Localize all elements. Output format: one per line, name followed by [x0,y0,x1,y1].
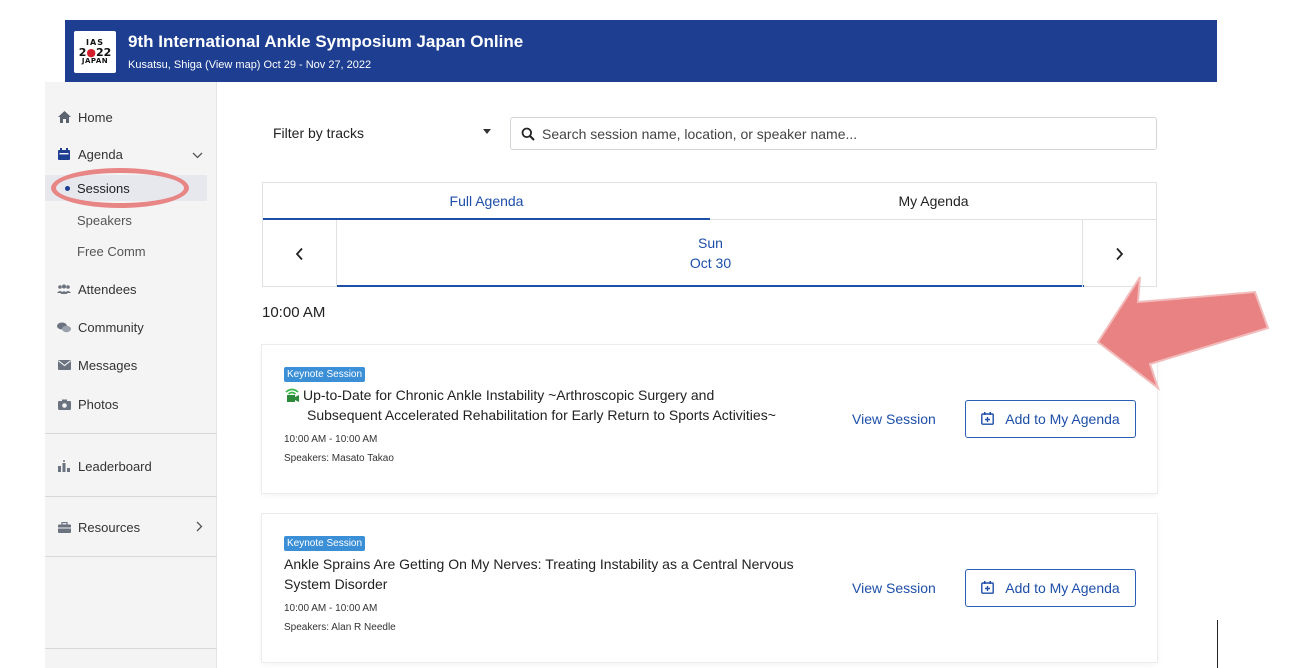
filter-by-tracks-select[interactable]: Filter by tracks [261,117,501,149]
session-title-line: Up-to-Date for Chronic Ankle Instability… [303,387,715,403]
logo-text-bottom: JAPAN [81,57,109,65]
sidebar-item-leaderboard[interactable]: Leaderboard [45,455,217,477]
annotation-highlight-oval [51,168,189,208]
sidebar-item-messages[interactable]: Messages [45,354,217,376]
sidebar-item-free-comm[interactable]: Free Comm [45,238,207,264]
sidebar-item-label: Community [78,319,144,335]
selected-day-date: Oct 30 [689,254,732,271]
sidebar-item-label: Leaderboard [78,458,152,474]
sidebar-item-attendees[interactable]: Attendees [45,278,217,300]
sidebar-item-label: Free Comm [77,243,146,259]
session-type-badge: Keynote Session [284,367,366,382]
selected-day[interactable]: Sun Oct 30 [337,220,1084,287]
sidebar-item-label: Speakers [77,212,132,228]
sidebar-item-agenda[interactable]: Agenda [45,143,217,165]
calendar-icon [57,147,71,161]
search-input[interactable] [542,125,1142,142]
calendar-plus-icon [981,412,995,426]
sidebar-item-speakers[interactable]: Speakers [45,207,207,233]
sidebar-item-label: Home [78,109,113,125]
sidebar-item-label: Photos [78,396,119,412]
briefcase-icon [57,520,71,534]
session-title-line: Subsequent Accelerated Rehabilitation fo… [307,407,776,423]
session-speakers: Speakers: Masato Takao [284,453,394,464]
add-to-my-agenda-button[interactable]: Add to My Agenda [965,569,1136,607]
sidebar-item-community[interactable]: Community [45,316,217,338]
view-session-link[interactable]: View Session [852,411,936,427]
session-type-badge: Keynote Session [284,536,366,551]
sidebar-item-label: Attendees [78,281,137,297]
sidebar-divider [45,496,217,497]
tab-my-agenda[interactable]: My Agenda [710,183,1157,220]
add-to-my-agenda-button[interactable]: Add to My Agenda [965,400,1136,438]
session-title: Up-to-Date for Chronic Ankle Instability… [284,385,844,425]
chevron-right-icon [1116,247,1124,260]
session-speakers: Speakers: Alan R Needle [284,622,396,633]
caret-down-icon [483,129,491,134]
search-box[interactable] [510,117,1157,150]
home-icon [57,110,71,124]
search-icon [521,127,535,141]
session-card: Keynote Session Up-to-Date for Chronic A… [262,345,1157,493]
sidebar-item-home[interactable]: Home [45,106,217,128]
chevron-right-icon [196,520,203,535]
event-title: 9th International Ankle Symposium Japan … [128,32,524,51]
agenda-tabs-panel: Full Agenda My Agenda Sun Oct 30 [262,182,1157,287]
session-time: 10:00 AM - 10:00 AM [284,434,378,445]
chevron-down-icon [192,147,203,162]
camera-icon [57,397,71,411]
live-stream-icon [284,387,300,402]
session-title-line: Ankle Sprains Are Getting On My Nerves: … [284,556,794,572]
event-location-dates[interactable]: Kusatsu, Shiga (View map) Oct 29 - Nov 2… [128,59,371,71]
chat-bubbles-icon [57,320,71,334]
calendar-plus-icon [981,581,995,595]
view-session-link[interactable]: View Session [852,580,936,596]
sidebar-divider [45,556,217,557]
leaderboard-icon [57,459,71,473]
sidebar-item-resources[interactable]: Resources [45,516,217,538]
users-icon [57,282,71,296]
sidebar-divider [45,648,217,649]
sidebar-divider [45,433,217,434]
selected-day-weekday: Sun [698,234,723,251]
event-logo[interactable]: IAS 2●22 JAPAN [74,31,116,73]
site-header: IAS 2●22 JAPAN 9th International Ankle S… [65,20,1217,82]
sidebar-item-label: Messages [78,357,138,373]
add-to-my-agenda-label: Add to My Agenda [1005,411,1120,427]
previous-day-button[interactable] [263,220,337,287]
chevron-left-icon [295,247,303,260]
envelope-icon [57,358,71,372]
filter-label: Filter by tracks [273,125,365,141]
sidebar-item-label: Agenda [78,146,123,162]
session-time: 10:00 AM - 10:00 AM [284,603,378,614]
tab-full-agenda[interactable]: Full Agenda [263,183,710,220]
add-to-my-agenda-label: Add to My Agenda [1005,580,1120,596]
session-card: Keynote Session Ankle Sprains Are Gettin… [262,514,1157,662]
session-title-line: System Disorder [284,576,388,592]
session-title: Ankle Sprains Are Getting On My Nerves: … [284,554,844,594]
annotation-arrow-icon [1096,276,1270,391]
time-slot-heading: 10:00 AM [262,304,326,321]
sidebar-item-label: Resources [78,519,141,535]
sidebar-item-photos[interactable]: Photos [45,393,217,415]
